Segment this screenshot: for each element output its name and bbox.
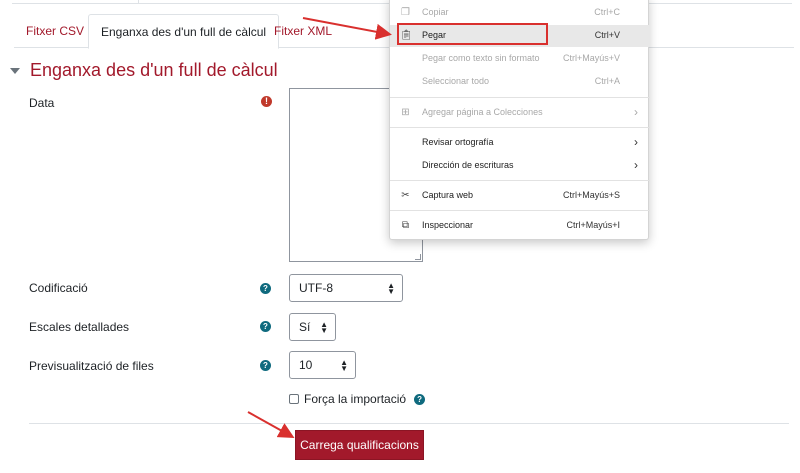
menu-separator <box>390 180 650 181</box>
upload-grades-button[interactable]: Carrega qualificacions <box>296 431 423 459</box>
menu-item-add-collections[interactable]: ⊞ Agregar página a Colecciones › <box>390 102 650 124</box>
menu-item-writing-direction[interactable]: Dirección de escrituras › <box>390 155 650 177</box>
inspect-icon: ⧉ <box>401 220 410 231</box>
preview-rows-value: 10 <box>299 358 313 372</box>
scales-select[interactable]: Sí ▲ ▼ <box>289 313 336 341</box>
chevron-right-icon: › <box>634 158 638 172</box>
tab-paste-spreadsheet[interactable]: Enganxa des d'un full de càlcul <box>88 14 280 49</box>
preview-rows-select[interactable]: 10 ▲ ▼ <box>289 351 356 379</box>
select-arrows-icon: ▲ ▼ <box>340 358 348 373</box>
web-capture-icon: ✂ <box>401 190 410 201</box>
menu-separator <box>390 97 650 98</box>
copy-icon: ❐ <box>401 7 410 18</box>
collapse-caret-icon[interactable] <box>10 67 20 74</box>
menu-item-spellcheck[interactable]: Revisar ortografía › <box>390 132 650 154</box>
help-icon[interactable]: ? <box>414 393 426 405</box>
collections-icon: ⊞ <box>401 107 410 118</box>
codification-label: Codificació <box>29 281 88 295</box>
help-icon[interactable]: ? <box>260 283 271 294</box>
select-arrows-icon: ▲ ▼ <box>320 320 328 335</box>
menu-item-select-all[interactable]: Seleccionar todo Ctrl+A <box>390 71 650 93</box>
tab-xml-file[interactable]: Fitxer XML <box>262 14 344 48</box>
menu-item-copy[interactable]: ❐ Copiar Ctrl+C <box>390 2 650 24</box>
chevron-right-icon: › <box>634 105 638 119</box>
codification-value: UTF-8 <box>299 281 333 295</box>
resize-handle-icon[interactable] <box>415 254 421 260</box>
section-header[interactable]: Enganxa des d'un full de càlcul <box>10 60 278 81</box>
menu-item-web-capture[interactable]: ✂ Captura web Ctrl+Mayús+S <box>390 185 650 207</box>
force-import-row: Força la importació ? <box>289 392 426 406</box>
scales-label: Escales detallades <box>29 320 130 334</box>
force-import-checkbox[interactable] <box>289 394 299 404</box>
menu-item-paste-plain[interactable]: Pegar como texto sin formato Ctrl+Mayús+… <box>390 48 650 70</box>
help-icon[interactable]: ? <box>260 321 271 332</box>
form-divider <box>29 423 789 424</box>
annotation-highlight-box <box>397 23 548 45</box>
arrow-to-submit <box>247 411 295 438</box>
preview-rows-label: Previsualització de files <box>29 359 154 373</box>
select-arrows-icon: ▲ ▼ <box>387 281 395 296</box>
menu-item-inspect[interactable]: ⧉ Inspeccionar Ctrl+Mayús+I <box>390 215 650 237</box>
data-label: Data <box>29 96 55 110</box>
menu-separator <box>390 210 650 211</box>
force-import-label[interactable]: Força la importació <box>304 392 406 406</box>
menu-separator <box>390 127 650 128</box>
tab-csv-file[interactable]: Fitxer CSV <box>14 14 96 48</box>
codification-select[interactable]: UTF-8 ▲ ▼ <box>289 274 403 302</box>
required-icon: ! <box>261 96 272 107</box>
chevron-right-icon: › <box>634 135 638 149</box>
section-title: Enganxa des d'un full de càlcul <box>30 60 278 80</box>
help-icon[interactable]: ? <box>260 360 271 371</box>
scales-value: Sí <box>299 320 311 334</box>
